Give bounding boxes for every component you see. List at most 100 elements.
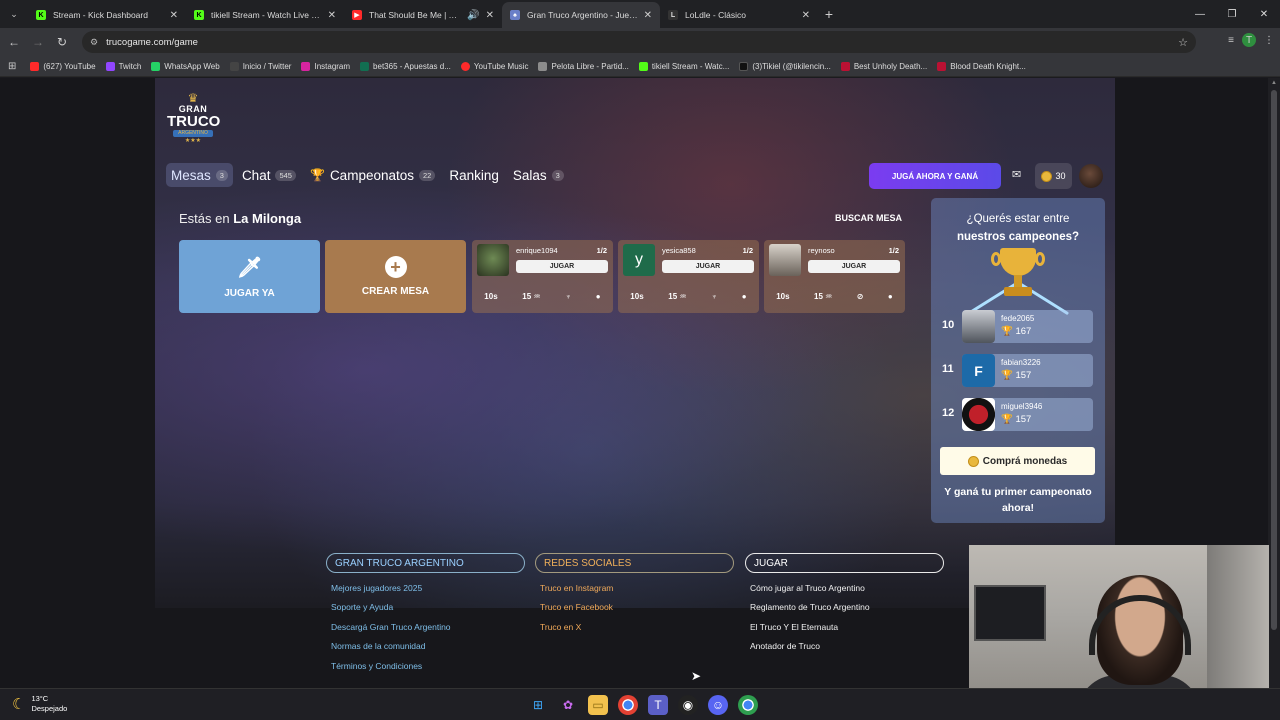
chrome-icon[interactable] (618, 695, 638, 715)
back-icon[interactable]: ← (2, 35, 26, 49)
discord-icon[interactable]: ☺ (708, 695, 728, 715)
profile-avatar[interactable]: T (1242, 33, 1256, 47)
footer-link[interactable]: Reglamento de Truco Argentino (745, 602, 944, 612)
player-name: enrique1094 (516, 246, 558, 255)
tab-3[interactable]: ♠ Gran Truco Argentino - Juego C ✕ (502, 2, 660, 28)
reload-icon[interactable]: ↻ (50, 35, 74, 49)
bookmark-item[interactable]: bet365 - Apuestas d... (360, 61, 451, 71)
windows-start-icon[interactable]: ⊞ (528, 695, 548, 715)
speaker-icon[interactable]: 🔊 (467, 10, 479, 21)
footer-link[interactable]: Cómo jugar al Truco Argentino (745, 583, 944, 593)
url-input[interactable]: ⚙ trucogame.com/game ☆ (82, 31, 1196, 53)
menu-icon[interactable]: ⋮ (1264, 35, 1274, 46)
obs-icon[interactable]: ◉ (678, 695, 698, 715)
search-table-button[interactable]: BUSCAR MESA (835, 213, 902, 223)
forward-icon[interactable]: → (26, 35, 50, 49)
points-value: 15 (814, 292, 823, 301)
footer-link[interactable]: Términos y Condiciones (326, 661, 525, 671)
moon-icon: ☾ (12, 696, 26, 713)
footer-link[interactable]: Normas de la comunidad (326, 641, 525, 651)
seat-count: 1/2 (888, 246, 899, 255)
footer-link[interactable]: El Truco Y El Eternauta (745, 622, 944, 632)
footer-link[interactable]: Truco en Facebook (535, 602, 734, 612)
nav-campeonatos[interactable]: 🏆 Campeonatos 22 (305, 163, 440, 187)
bookmark-item[interactable]: WhatsApp Web (151, 61, 220, 71)
new-tab-button[interactable]: + (818, 6, 840, 22)
ranking-row[interactable]: 11 F fabian3226 🏆 157 (940, 354, 1095, 387)
table-card: reynoso 1/2 JUGAR 10s 15 ♒ ⊘ ● (764, 240, 905, 313)
bookmark-item[interactable]: Best Unholy Death... (840, 61, 927, 71)
apps-grid-icon[interactable]: ⊞ (8, 61, 16, 72)
ranking-row[interactable]: 12 miguel3946 🏆 157 (940, 398, 1095, 431)
bookmark-item[interactable]: Blood Death Knight... (937, 61, 1026, 71)
tab-2[interactable]: ▶ That Should Be Me | YouTu 🔊 ✕ (344, 2, 502, 28)
site-info-icon[interactable]: ⚙ (90, 37, 98, 48)
tab-1[interactable]: Ktikiell Stream - Watch Live on K ✕ (186, 2, 344, 28)
footer-link[interactable]: Soporte y Ayuda (326, 602, 525, 612)
player-avatar (477, 244, 509, 276)
ranking-row[interactable]: 10 fede2065 🏆 167 (940, 310, 1095, 343)
feather-icon: ♒ (825, 292, 833, 301)
coins-balance[interactable]: 30 (1035, 163, 1072, 189)
nav-mesas[interactable]: Mesas 3 (166, 163, 233, 187)
close-icon[interactable]: ✕ (328, 10, 336, 21)
chrome-profile-icon[interactable] (738, 695, 758, 715)
bookmark-item[interactable]: YouTube Music (460, 61, 528, 71)
media-icon[interactable]: ≡ (1228, 35, 1234, 46)
footer-link[interactable]: Truco en X (535, 622, 734, 632)
youtube-music-icon (460, 61, 470, 71)
tab-0[interactable]: K Stream - Kick Dashboard ✕ (28, 2, 186, 28)
nav-salas[interactable]: Salas 3 (508, 163, 569, 187)
close-icon[interactable]: ✕ (486, 10, 494, 21)
play-now-button[interactable]: 🗡 JUGAR YA (179, 240, 320, 313)
bookmark-star-icon[interactable]: ☆ (1178, 36, 1188, 49)
close-icon[interactable]: ✕ (644, 10, 652, 21)
teams-icon[interactable]: T (648, 695, 668, 715)
tab-search-icon[interactable]: ⌄ (0, 0, 28, 28)
champions-question: ¿Querés estar entre nuestros campeones? (931, 210, 1105, 246)
tab-bar: ⌄ K Stream - Kick Dashboard ✕ Ktikiell Str… (0, 0, 1280, 28)
bookmark-item[interactable]: tikiell Stream - Watc... (638, 61, 729, 71)
site-logo[interactable]: ♛ GRAN TRUCO ARGENTINO ★★★ (167, 92, 220, 150)
bookmarks-bar: ⊞ (627) YouTube Twitch WhatsApp Web Inic… (0, 56, 1280, 77)
play-now-win-button[interactable]: JUGÁ AHORA Y GANÁ (869, 163, 1001, 189)
bookmark-label: (3)Tikiel (@tikilencin... (752, 61, 831, 71)
question-line: ¿Querés estar entre (966, 213, 1070, 225)
scrollbar[interactable]: ▲ (1268, 78, 1280, 688)
join-table-button[interactable]: JUGAR (662, 260, 754, 273)
footer-link[interactable]: Truco en Instagram (535, 583, 734, 593)
join-table-button[interactable]: JUGAR (808, 260, 900, 273)
bookmark-item[interactable]: Pelota Libre - Partid... (538, 61, 629, 71)
mail-icon[interactable]: ✉ (1012, 168, 1021, 181)
mouse-cursor-icon: ➤ (691, 669, 702, 683)
bookmark-item[interactable]: Instagram (301, 61, 350, 71)
url-text: trucogame.com/game (106, 36, 198, 48)
user-avatar[interactable] (1079, 164, 1103, 188)
buy-coins-button[interactable]: Comprá monedas (940, 447, 1095, 475)
file-explorer-icon[interactable]: ▭ (588, 695, 608, 715)
restore-icon[interactable]: ❐ (1216, 0, 1248, 28)
nav-ranking[interactable]: Ranking (444, 163, 504, 187)
copilot-icon[interactable]: ✿ (558, 695, 578, 715)
table-card: y yesica858 1/2 JUGAR 10s 15 ♒ ♆ ● (618, 240, 759, 313)
footer-link[interactable]: Mejores jugadores 2025 (326, 583, 525, 593)
close-icon[interactable]: ✕ (802, 10, 810, 21)
bookmark-item[interactable]: Inicio / Twitter (229, 61, 291, 71)
tab-title: tikiell Stream - Watch Live on K (211, 10, 322, 20)
scrollbar-thumb[interactable] (1271, 90, 1277, 630)
create-table-button[interactable]: + CREAR MESA (325, 240, 466, 313)
bookmark-item[interactable]: (627) YouTube (30, 61, 96, 71)
footer-link[interactable]: Anotador de Truco (745, 641, 944, 651)
weather-widget[interactable]: ☾ 13°C Despejado (12, 694, 67, 714)
join-table-button[interactable]: JUGAR (516, 260, 608, 273)
scroll-up-icon[interactable]: ▲ (1271, 80, 1277, 86)
nav-chat[interactable]: Chat 545 (237, 163, 301, 187)
footer-link[interactable]: Descargá Gran Truco Argentino (326, 622, 525, 632)
bookmark-item[interactable]: (3)Tikiel (@tikilencin... (739, 61, 831, 71)
bookmark-item[interactable]: Twitch (105, 61, 141, 71)
close-window-icon[interactable]: ✕ (1248, 0, 1280, 28)
tab-4[interactable]: L LoLdle - Clásico ✕ (660, 2, 818, 28)
tab-title: Stream - Kick Dashboard (53, 10, 148, 20)
minimize-icon[interactable]: — (1184, 0, 1216, 28)
close-icon[interactable]: ✕ (170, 10, 178, 21)
